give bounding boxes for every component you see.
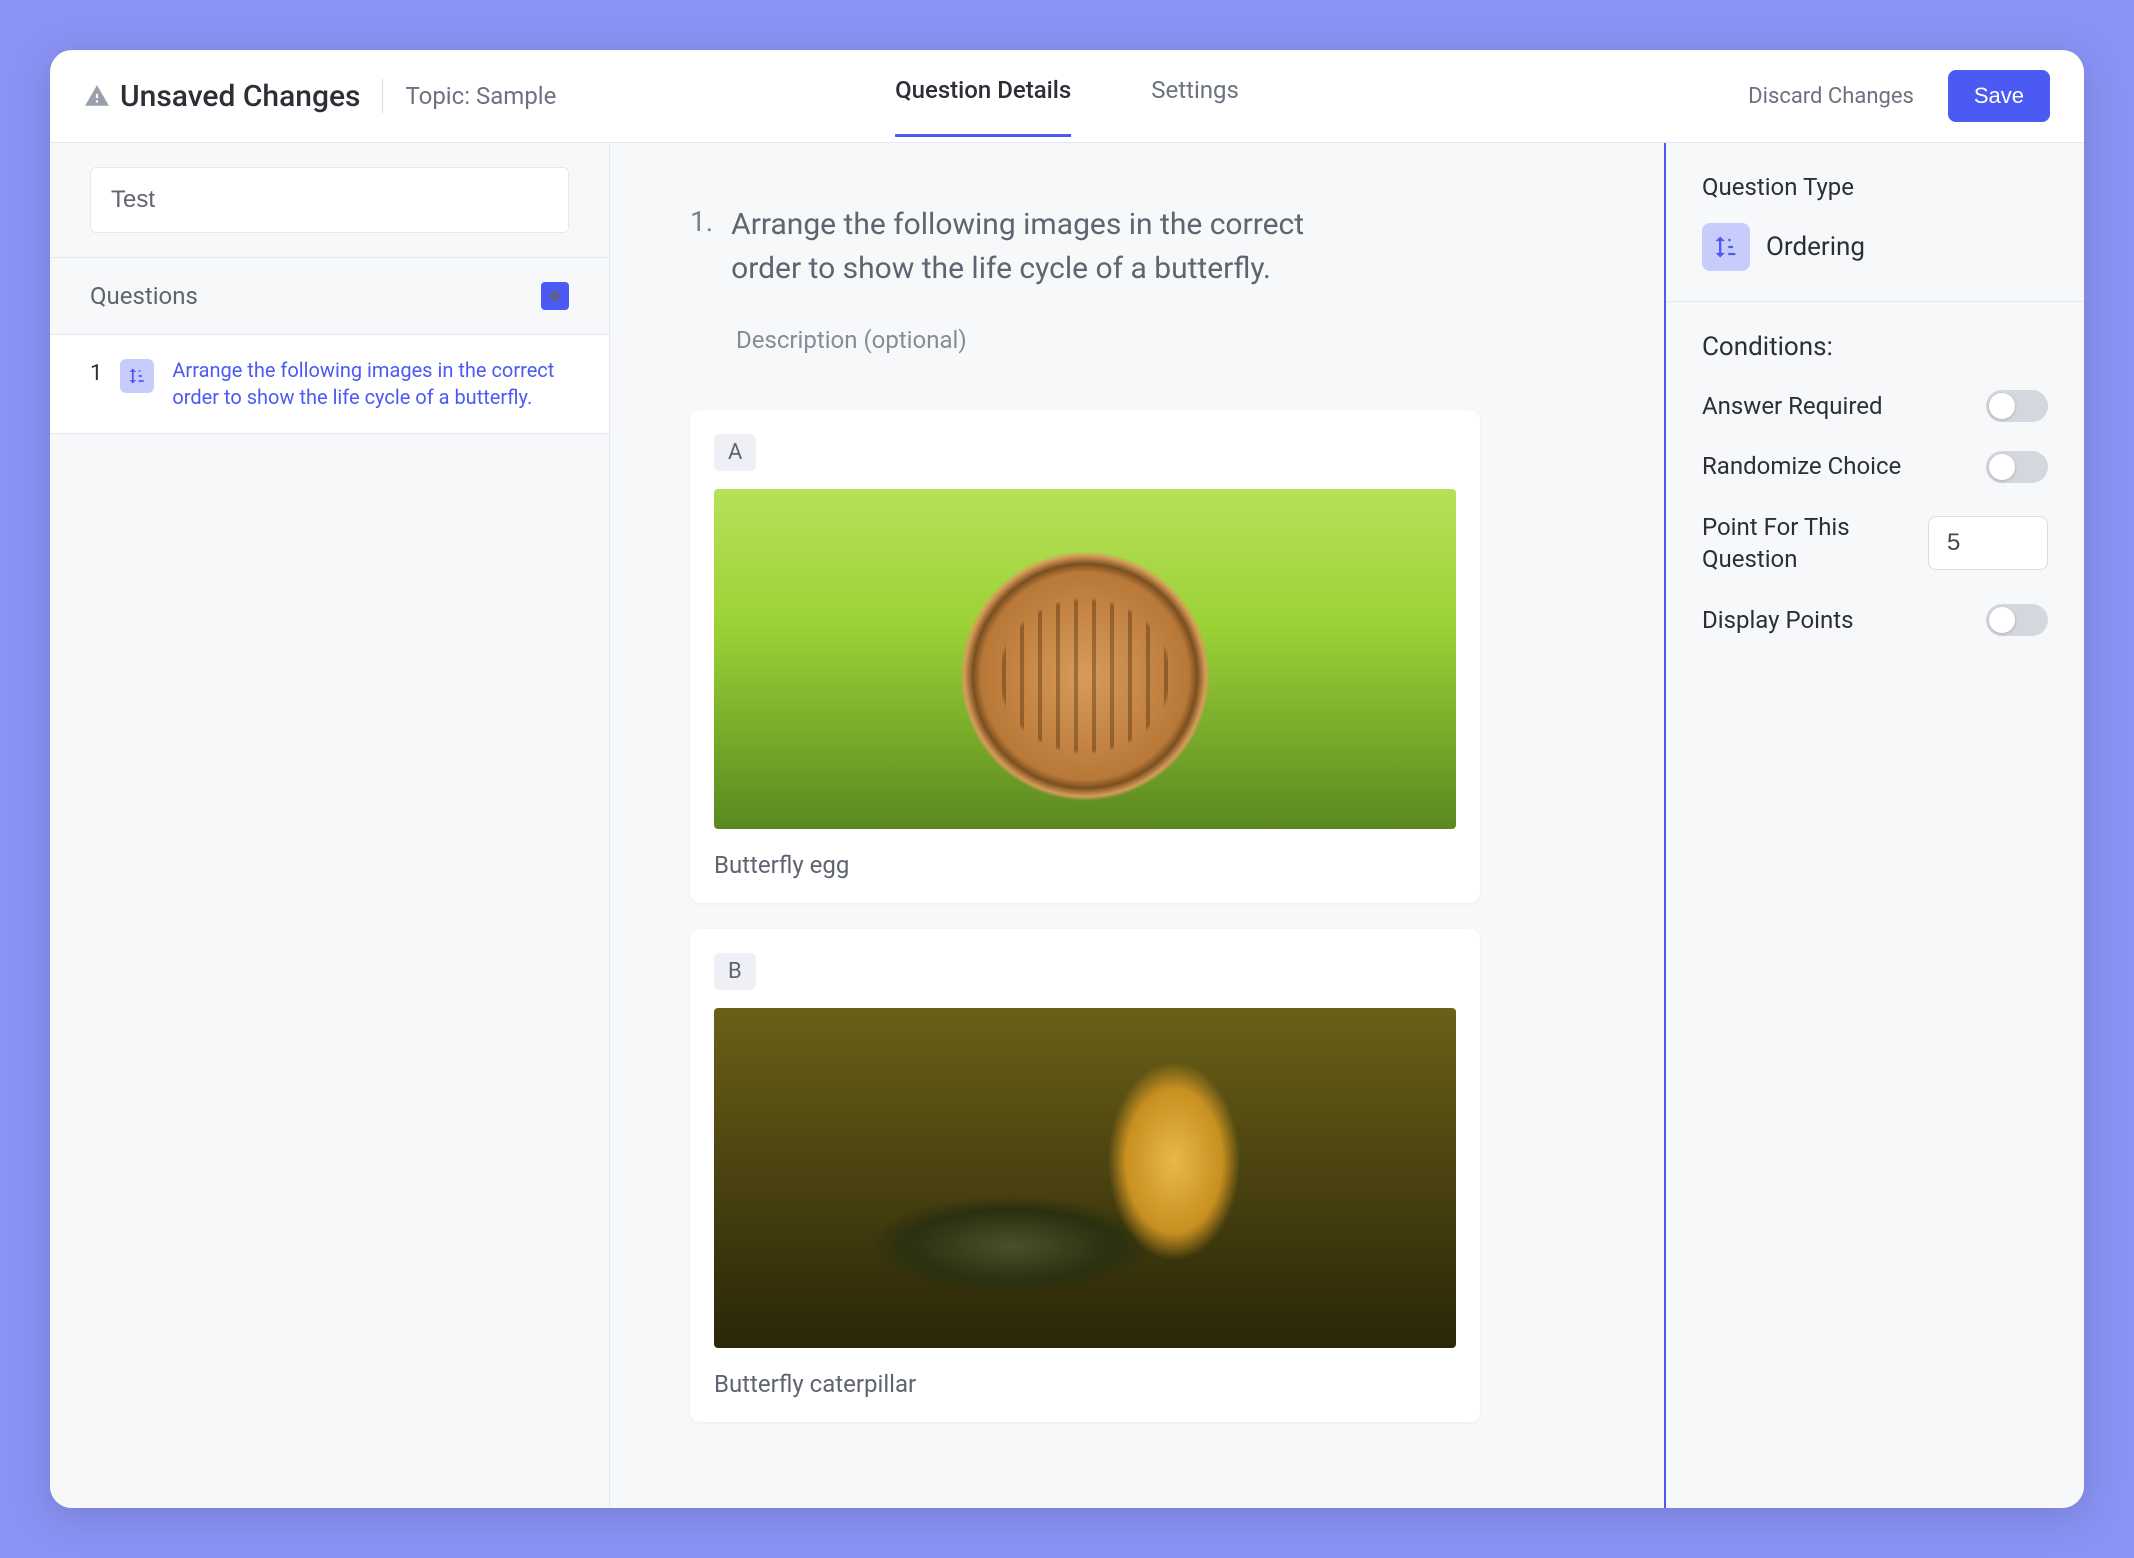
question-type-row[interactable]: Ordering xyxy=(1702,223,2048,271)
question-type-heading: Question Type xyxy=(1702,173,2048,201)
question-list-item[interactable]: 1 Arrange the following images in the co… xyxy=(50,335,609,434)
display-points-label: Display Points xyxy=(1702,604,1853,636)
header-right: Discard Changes Save xyxy=(1748,70,2050,122)
tab-question-details[interactable]: Question Details xyxy=(895,76,1071,137)
question-prompt-text[interactable]: Arrange the following images in the corr… xyxy=(731,203,1371,290)
plus-icon: + xyxy=(548,284,561,308)
ordering-icon xyxy=(1702,223,1750,271)
choice-image-butterfly-caterpillar xyxy=(714,1008,1456,1348)
questions-header: Questions + xyxy=(50,258,609,335)
randomize-choice-toggle[interactable] xyxy=(1986,451,2048,483)
app-window: Unsaved Changes Topic: Sample Question D… xyxy=(50,50,2084,1508)
condition-answer-required-row: Answer Required xyxy=(1702,390,2048,422)
topic-label: Topic: Sample xyxy=(405,82,556,110)
conditions-heading: Conditions: xyxy=(1702,332,2048,362)
right-panel: Question Type Ordering Conditions: Answe… xyxy=(1664,143,2084,1508)
choice-image-butterfly-egg xyxy=(714,489,1456,829)
discard-changes-button[interactable]: Discard Changes xyxy=(1748,84,1914,109)
question-summary-text: Arrange the following images in the corr… xyxy=(172,357,569,411)
choice-card-b[interactable]: B Butterfly caterpillar xyxy=(690,929,1480,1422)
warning-icon xyxy=(84,83,110,109)
condition-points-row: Point For This Question xyxy=(1702,511,2048,576)
save-button[interactable]: Save xyxy=(1948,70,2050,122)
question-number: 1 xyxy=(90,361,102,386)
main-content: 1. Arrange the following images in the c… xyxy=(610,143,1664,1508)
condition-randomize-row: Randomize Choice xyxy=(1702,450,2048,482)
condition-display-points-row: Display Points xyxy=(1702,604,2048,636)
sidebar: Questions + 1 Arrange the following imag… xyxy=(50,143,610,1508)
choice-letter: B xyxy=(714,953,756,990)
question-description-placeholder[interactable]: Description (optional) xyxy=(736,326,1584,354)
divider xyxy=(1666,301,2084,302)
add-question-button[interactable]: + xyxy=(541,282,569,310)
quiz-title-input[interactable] xyxy=(90,167,569,233)
points-input[interactable] xyxy=(1928,516,2048,570)
display-points-toggle[interactable] xyxy=(1986,604,2048,636)
unsaved-changes-label: Unsaved Changes xyxy=(120,79,360,114)
question-prompt-number: 1. xyxy=(690,205,713,238)
questions-label: Questions xyxy=(90,282,198,310)
points-label: Point For This Question xyxy=(1702,511,1908,576)
ordering-icon xyxy=(120,359,154,393)
choice-caption[interactable]: Butterfly egg xyxy=(714,851,1456,879)
header-bar: Unsaved Changes Topic: Sample Question D… xyxy=(50,50,2084,143)
header-left: Unsaved Changes Topic: Sample xyxy=(84,79,556,114)
unsaved-changes-indicator: Unsaved Changes xyxy=(84,79,360,114)
choice-caption[interactable]: Butterfly caterpillar xyxy=(714,1370,1456,1398)
question-type-name: Ordering xyxy=(1766,232,1865,262)
choice-card-a[interactable]: A Butterfly egg xyxy=(690,410,1480,903)
tabs: Question Details Settings xyxy=(895,76,1239,117)
quiz-title-block xyxy=(50,143,609,258)
randomize-choice-label: Randomize Choice xyxy=(1702,450,1901,482)
choice-letter: A xyxy=(714,434,756,471)
divider xyxy=(382,79,383,113)
question-prompt-row: 1. Arrange the following images in the c… xyxy=(690,203,1584,290)
answer-required-label: Answer Required xyxy=(1702,390,1883,422)
answer-required-toggle[interactable] xyxy=(1986,390,2048,422)
body: Questions + 1 Arrange the following imag… xyxy=(50,143,2084,1508)
tab-settings[interactable]: Settings xyxy=(1151,76,1239,137)
